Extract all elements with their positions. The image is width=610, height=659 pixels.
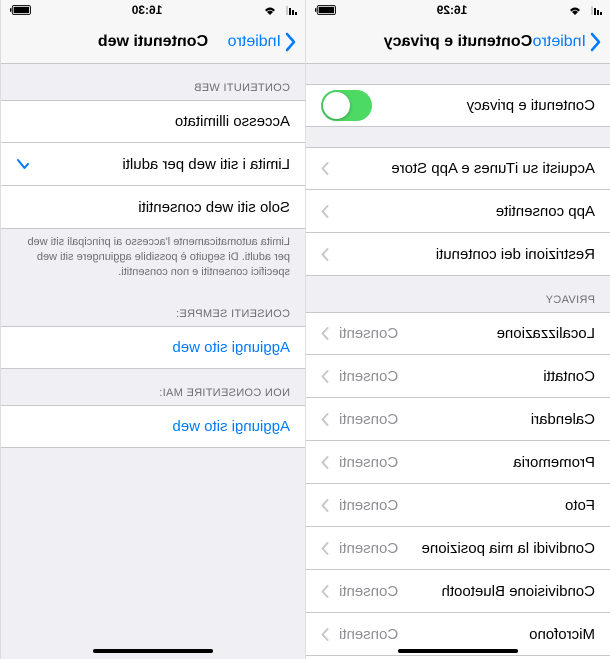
nav-bar: Indietro Contenuti e privacy: [306, 20, 610, 64]
battery-icon: [314, 5, 336, 15]
privacy-row[interactable]: Calendari Consenti: [306, 398, 610, 441]
row-label: Localizzazione: [497, 325, 595, 342]
row-value: Consenti: [339, 454, 398, 471]
privacy-row[interactable]: Localizzazione Consenti: [306, 312, 610, 355]
toggle-row: Contenuti e privacy: [306, 84, 610, 127]
privacy-toggle[interactable]: [321, 90, 372, 121]
chevron-right-icon: [321, 456, 329, 469]
content-area: CONTENUTI WEB Accesso illimitato Limita i…: [1, 64, 305, 659]
chevron-right-icon: [321, 327, 329, 340]
web-options-group: Accesso illimitato Limita i siti web per …: [1, 100, 305, 229]
option-label: Solo siti web consentiti: [138, 199, 290, 216]
row-value: Consenti: [339, 540, 398, 557]
option-label: Accesso illimitato: [175, 113, 290, 130]
home-indicator[interactable]: [398, 649, 518, 653]
add-site-row[interactable]: Aggiungi sito web: [1, 405, 305, 448]
chevron-right-icon: [321, 499, 329, 512]
status-right: [314, 5, 336, 15]
wifi-icon: [568, 5, 582, 15]
chevron-right-icon: [321, 585, 329, 598]
row-label: Promemoria: [513, 454, 595, 471]
battery-icon: [9, 5, 31, 15]
row-label: Contatti: [543, 368, 595, 385]
footer-text: Limita automaticamente l'accesso ai prin…: [1, 229, 305, 290]
chevron-left-icon: [590, 32, 602, 52]
row-label: Condivisione Bluetooth: [442, 583, 595, 600]
nav-row[interactable]: Acquisti su iTunes e App Store: [306, 147, 610, 190]
chevron-right-icon: [321, 248, 329, 261]
privacy-rows-group: LocalizzazioneConsentiContattiConsentiCa…: [306, 312, 610, 659]
section-header-always: CONSENTI SEMPRE:: [1, 290, 305, 326]
row-value: Consenti: [339, 325, 398, 342]
add-site-label: Aggiungi sito web: [172, 418, 290, 435]
row-label: Condividi la mia posizione: [422, 540, 595, 557]
nav-row[interactable]: App consentite: [306, 190, 610, 233]
row-label: Foto: [565, 497, 595, 514]
section-header-privacy: PRIVACY: [306, 276, 610, 312]
chevron-right-icon: [321, 542, 329, 555]
status-bar: 16:29: [306, 0, 610, 20]
nav-title: Contenuti e privacy: [384, 33, 532, 51]
toggle-label: Contenuti e privacy: [467, 97, 595, 114]
option-label: Limita i siti web per adulti: [122, 156, 290, 173]
phone-left: 16:30 Indietro Contenuti web CONTENUTI W…: [0, 0, 305, 659]
row-label: Restrizioni dei contenuti: [436, 246, 595, 263]
status-left: [568, 5, 602, 15]
wifi-icon: [263, 5, 277, 15]
privacy-row[interactable]: Condivisione Bluetooth Consenti: [306, 570, 610, 613]
chevron-left-icon: [285, 32, 297, 52]
chevron-right-icon: [321, 162, 329, 175]
privacy-row[interactable]: Promemoria Consenti: [306, 441, 610, 484]
privacy-row[interactable]: Condividi la mia posizione Consenti: [306, 527, 610, 570]
home-indicator[interactable]: [93, 649, 213, 653]
add-site-row[interactable]: Aggiungi sito web: [1, 326, 305, 369]
back-label: Indietro: [228, 33, 281, 51]
checkmark-icon: [16, 157, 30, 171]
back-label: Indietro: [533, 33, 586, 51]
signal-icon: [281, 5, 297, 15]
chevron-right-icon: [321, 370, 329, 383]
toggle-knob: [323, 92, 350, 119]
status-time: 16:30: [132, 3, 163, 17]
web-option-row[interactable]: Accesso illimitato: [1, 100, 305, 143]
phone-right: 16:29 Indietro Contenuti e privacy Conte…: [305, 0, 610, 659]
row-label: Acquisti su iTunes e App Store: [391, 160, 595, 177]
status-bar: 16:30: [1, 0, 305, 20]
row-label: Microfono: [529, 626, 595, 643]
section-header-web: CONTENUTI WEB: [1, 64, 305, 100]
chevron-right-icon: [321, 413, 329, 426]
status-time: 16:29: [437, 3, 468, 17]
row-label: App consentite: [496, 203, 595, 220]
row-value: Consenti: [339, 583, 398, 600]
nav-title: Contenuti web: [98, 33, 208, 51]
chevron-right-icon: [321, 628, 329, 641]
row-value: Consenti: [339, 497, 398, 514]
back-button[interactable]: Indietro: [533, 32, 602, 52]
row-value: Consenti: [339, 626, 398, 643]
web-option-row[interactable]: Solo siti web consentiti: [1, 186, 305, 229]
status-right: [9, 5, 31, 15]
back-button[interactable]: Indietro: [228, 32, 297, 52]
row-value: Consenti: [339, 368, 398, 385]
section-header-never: NON CONSENTIRE MAI:: [1, 369, 305, 405]
row-label: Calendari: [531, 411, 595, 428]
chevron-right-icon: [321, 205, 329, 218]
nav-row[interactable]: Restrizioni dei contenuti: [306, 233, 610, 276]
content-area: Contenuti e privacy Acquisti su iTunes e…: [306, 64, 610, 659]
nav-bar: Indietro Contenuti web: [1, 20, 305, 64]
privacy-row[interactable]: Contatti Consenti: [306, 355, 610, 398]
signal-icon: [586, 5, 602, 15]
web-option-row[interactable]: Limita i siti web per adulti: [1, 143, 305, 186]
add-site-label: Aggiungi sito web: [172, 339, 290, 356]
status-left: [263, 5, 297, 15]
top-rows-group: Acquisti su iTunes e App Store App consen…: [306, 147, 610, 276]
privacy-row[interactable]: Foto Consenti: [306, 484, 610, 527]
row-value: Consenti: [339, 411, 398, 428]
